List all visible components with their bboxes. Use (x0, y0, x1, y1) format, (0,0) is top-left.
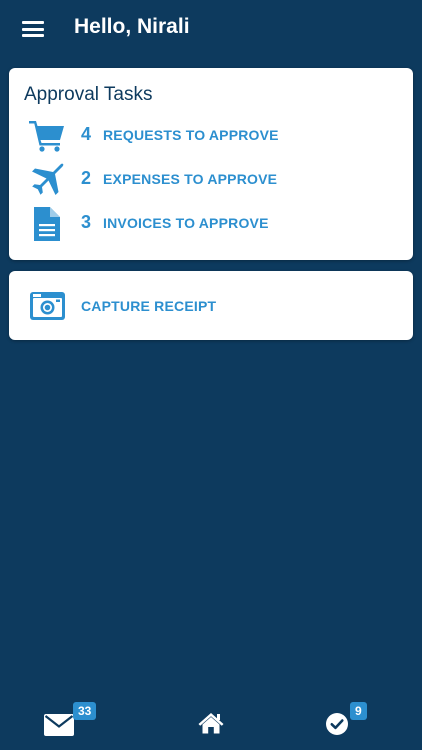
capture-receipt-card: CAPTURE RECEIPT (9, 271, 413, 340)
bottom-navigation: 33 9 (0, 686, 422, 750)
expenses-to-approve-row[interactable]: 2 EXPENSES TO APPROVE (29, 160, 393, 200)
requests-count: 4 (81, 124, 92, 144)
greeting-title: Hello, Nirali (74, 15, 190, 38)
capture-receipt-button[interactable]: CAPTURE RECEIPT (29, 285, 393, 325)
home-tab[interactable] (198, 704, 238, 740)
approval-tasks-title: Approval Tasks (24, 84, 153, 105)
document-icon (34, 207, 60, 241)
capture-receipt-label: CAPTURE RECEIPT (81, 298, 217, 314)
expenses-label: EXPENSES TO APPROVE (103, 171, 278, 187)
airplane-icon (32, 163, 64, 195)
requests-to-approve-row[interactable]: 4 REQUESTS TO APPROVE (29, 116, 393, 156)
cart-icon (29, 121, 64, 152)
tasks-badge: 9 (350, 702, 367, 720)
camera-icon (30, 292, 65, 320)
home-icon (198, 713, 224, 734)
invoices-to-approve-row[interactable]: 3 INVOICES TO APPROVE (29, 204, 393, 244)
invoices-count: 3 (81, 212, 92, 232)
approval-tasks-card: Approval Tasks 4 REQUESTS TO APPROVE 2 E… (9, 68, 413, 260)
check-circle-icon (326, 713, 348, 735)
inbox-tab[interactable]: 33 (44, 702, 97, 740)
app-header: Hello, Nirali (0, 0, 422, 60)
hamburger-menu-icon[interactable] (22, 21, 44, 37)
expenses-count: 2 (81, 168, 92, 188)
mail-icon (44, 714, 74, 736)
inbox-badge: 33 (73, 702, 97, 720)
tasks-tab[interactable]: 9 (326, 702, 367, 740)
invoices-label: INVOICES TO APPROVE (103, 215, 269, 231)
requests-label: REQUESTS TO APPROVE (103, 127, 279, 143)
